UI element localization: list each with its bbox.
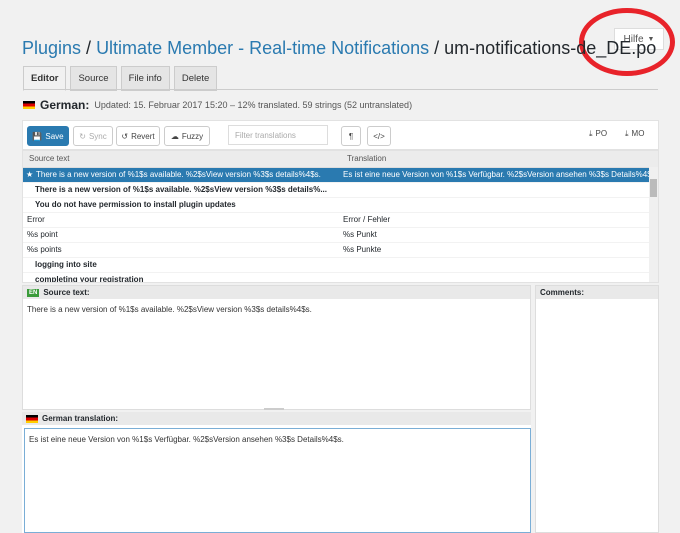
table-row[interactable]: %s points %s Punkte bbox=[23, 243, 658, 258]
tab-source[interactable]: Source bbox=[70, 66, 117, 91]
cloud-icon: ☁ bbox=[170, 131, 179, 141]
source-text: There is a new version of %1$s available… bbox=[27, 305, 312, 314]
table-row[interactable]: %s point %s Punkt bbox=[23, 228, 658, 243]
table-row[interactable]: You do not have permission to install pl… bbox=[23, 198, 658, 213]
row-source: %s point bbox=[27, 230, 58, 239]
save-label: Save bbox=[45, 131, 64, 141]
download-icon: ⤓ bbox=[589, 129, 593, 138]
sync-button[interactable]: ↻ Sync bbox=[73, 126, 113, 146]
sync-label: Sync bbox=[88, 131, 107, 141]
table-row[interactable]: logging into site bbox=[23, 258, 658, 273]
table-row[interactable]: completing your registration bbox=[23, 273, 658, 283]
breadcrumb-plugins[interactable]: Plugins bbox=[22, 38, 81, 58]
pilcrow-icon: ¶ bbox=[348, 131, 354, 141]
comments-label: Comments: bbox=[540, 288, 585, 297]
row-source: logging into site bbox=[35, 260, 97, 269]
status-language: German: bbox=[40, 98, 90, 112]
star-icon: ★ bbox=[26, 170, 34, 179]
strings-grid: Source text Translation ★ There is a new… bbox=[22, 150, 659, 283]
page-title: Plugins / Ultimate Member - Real-time No… bbox=[22, 38, 656, 59]
fuzzy-button[interactable]: ☁ Fuzzy bbox=[164, 126, 210, 146]
table-row[interactable]: Error Error / Fehler bbox=[23, 213, 658, 228]
translation-pane-header: German translation: bbox=[22, 412, 531, 425]
translation-editor[interactable]: Es ist eine neue Version von %1$s Verfüg… bbox=[24, 428, 531, 533]
po-label: PO bbox=[595, 129, 608, 138]
source-pane-label: Source text: bbox=[43, 288, 90, 297]
source-pane-header: EN Source text: bbox=[23, 286, 530, 299]
tab-bar: Editor Source File info Delete bbox=[23, 66, 218, 91]
header-source: Source text bbox=[29, 154, 70, 163]
row-translation: Es ist eine neue Version von %1$s Verfüg… bbox=[343, 170, 649, 179]
tab-delete[interactable]: Delete bbox=[173, 66, 218, 91]
revert-icon: ↺ bbox=[121, 131, 129, 141]
revert-label: Revert bbox=[131, 131, 155, 141]
refresh-icon: ↻ bbox=[79, 131, 86, 141]
grid-header: Source text Translation bbox=[23, 151, 658, 168]
revert-button[interactable]: ↺ Revert bbox=[116, 126, 160, 146]
tab-divider bbox=[23, 89, 658, 90]
save-icon: 💾 bbox=[32, 131, 43, 141]
comments-pane-header: Comments: bbox=[536, 286, 658, 299]
pilcrow-button[interactable]: ¶ bbox=[341, 126, 361, 146]
tab-editor[interactable]: Editor bbox=[23, 66, 67, 91]
comments-pane: Comments: bbox=[535, 285, 659, 533]
breadcrumb-plugin[interactable]: Ultimate Member - Real-time Notification… bbox=[96, 38, 429, 58]
translation-pane: German translation: Es ist eine neue Ver… bbox=[22, 412, 531, 533]
header-translation: Translation bbox=[347, 154, 387, 163]
filter-input[interactable]: Filter translations bbox=[228, 125, 328, 145]
row-translation: Error / Fehler bbox=[343, 215, 391, 224]
fuzzy-label: Fuzzy bbox=[181, 131, 204, 141]
row-translation: %s Punkte bbox=[343, 245, 382, 254]
status-line: German: Updated: 15. Februar 2017 15:20 … bbox=[23, 98, 412, 112]
row-source: You do not have permission to install pl… bbox=[35, 200, 236, 209]
editor-toolbar: 💾 Save ↻ Sync ↺ Revert ☁ Fuzzy Filter transl… bbox=[22, 120, 659, 150]
status-text: Updated: 15. Februar 2017 15:20 – 12% tr… bbox=[94, 100, 413, 110]
source-pane: EN Source text: There is a new version o… bbox=[22, 285, 531, 410]
table-row[interactable]: There is a new version of %1$s available… bbox=[23, 183, 658, 198]
row-source: %s points bbox=[27, 245, 62, 254]
row-source: There is a new version of %1$s available… bbox=[36, 170, 321, 179]
download-icon: ⤓ bbox=[625, 129, 629, 138]
pane-resize-handle[interactable] bbox=[264, 408, 284, 410]
translation-pane-label: German translation: bbox=[42, 414, 119, 423]
mo-label: MO bbox=[631, 129, 645, 138]
row-source: Error bbox=[27, 215, 45, 224]
scrollbar-thumb[interactable] bbox=[650, 179, 657, 197]
code-icon: </> bbox=[373, 131, 385, 141]
tab-file-info[interactable]: File info bbox=[120, 66, 170, 91]
save-button[interactable]: 💾 Save bbox=[27, 126, 69, 146]
german-flag-icon bbox=[26, 414, 38, 423]
row-source: completing your registration bbox=[35, 275, 144, 283]
grid-scrollbar[interactable] bbox=[649, 167, 658, 282]
breadcrumb-separator: / bbox=[81, 38, 97, 58]
download-mo-button[interactable]: ⤓ MO bbox=[625, 129, 644, 139]
breadcrumb-separator: / bbox=[429, 38, 445, 58]
breadcrumb-file: um-notifications-de_DE.po bbox=[444, 38, 657, 58]
english-flag-icon: EN bbox=[27, 288, 40, 297]
german-flag-icon bbox=[23, 101, 35, 109]
code-button[interactable]: </> bbox=[367, 126, 391, 146]
row-source: There is a new version of %1$s available… bbox=[35, 185, 327, 194]
table-row[interactable]: ★ There is a new version of %1$s availab… bbox=[23, 168, 658, 183]
row-translation: %s Punkt bbox=[343, 230, 377, 239]
download-po-button[interactable]: ⤓ PO bbox=[589, 129, 607, 139]
